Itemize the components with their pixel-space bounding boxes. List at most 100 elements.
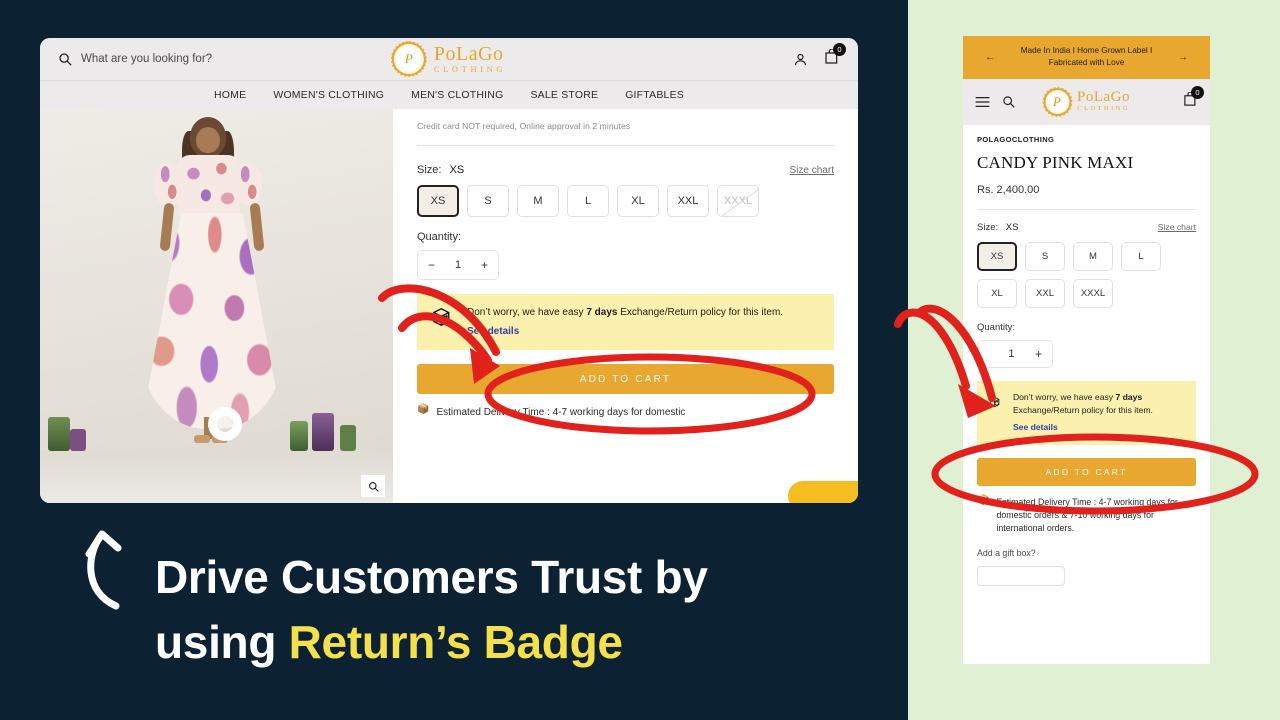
- mobile-add-to-cart-button[interactable]: ADD TO CART: [977, 457, 1196, 486]
- headline-line-1: Drive Customers Trust by: [155, 551, 708, 603]
- product-image-gallery[interactable]: [40, 109, 393, 503]
- gift-box-input[interactable]: [977, 566, 1065, 587]
- product-vendor: POLAGOCLOTHING: [977, 134, 1055, 144]
- decor-plant: [340, 425, 356, 451]
- size-option-xs[interactable]: XS: [417, 185, 459, 217]
- quantity-stepper[interactable]: − 1 +: [417, 250, 499, 280]
- studio-floor: [40, 451, 393, 503]
- decor-plant: [70, 429, 86, 451]
- desktop-main-nav: HOME WOMEN'S CLOTHING MEN'S CLOTHING SAL…: [40, 80, 858, 109]
- quantity-value: 1: [454, 259, 462, 271]
- hamburger-icon[interactable]: [975, 96, 990, 108]
- size-option-s[interactable]: S: [467, 185, 509, 217]
- size-option-m[interactable]: M: [517, 185, 559, 217]
- size-option-xxl[interactable]: XXL: [667, 185, 709, 217]
- product-detail-column: Credit card NOT required, Online approva…: [393, 109, 858, 503]
- return-text-days: 7 days: [1115, 391, 1143, 402]
- size-option-m[interactable]: M: [1073, 241, 1113, 271]
- mobile-site-logo[interactable]: P PoLaGo CLOTHING: [1042, 86, 1130, 117]
- size-option-s[interactable]: S: [1025, 241, 1065, 271]
- add-to-cart-button[interactable]: ADD TO CART: [417, 364, 834, 394]
- delivery-estimate-text: Estimated Delivery Time : 4-7 working da…: [436, 407, 686, 418]
- curved-up-arrow-icon: [85, 530, 122, 610]
- see-details-link[interactable]: See details: [467, 324, 519, 340]
- quantity-value: 1: [1008, 347, 1015, 360]
- size-selected-value: XS: [449, 164, 465, 176]
- decor-ring-vase: [208, 407, 242, 441]
- quantity-increase-button[interactable]: +: [1035, 347, 1042, 361]
- desktop-site-header: What are you looking for? P PoLaGo CLOTH…: [40, 38, 858, 80]
- size-chart-link[interactable]: Size chart: [1158, 222, 1196, 232]
- quantity-label: Quantity:: [977, 321, 1016, 333]
- size-option-xl[interactable]: XL: [617, 185, 659, 217]
- mobile-return-policy-badge: Don’t worry, we have easy 7 days Exchang…: [977, 380, 1196, 445]
- see-details-link[interactable]: See details: [1013, 421, 1058, 435]
- nav-item-sale-store[interactable]: SALE STORE: [530, 89, 598, 101]
- size-option-xxxl[interactable]: XXXL: [1073, 278, 1113, 308]
- decor-plant: [290, 421, 308, 451]
- credit-card-note: Credit card NOT required, Online approva…: [417, 121, 631, 131]
- size-option-xl[interactable]: XL: [977, 278, 1017, 308]
- divider: [977, 208, 1196, 210]
- mobile-site-header: P PoLaGo CLOTHING 0: [963, 78, 1210, 125]
- return-text-after: Exchange/Return policy for this item.: [1012, 405, 1153, 416]
- cart-button[interactable]: 0: [824, 42, 846, 70]
- size-option-l[interactable]: L: [1121, 241, 1161, 271]
- nav-item-home[interactable]: HOME: [214, 89, 246, 101]
- cart-count-badge: 0: [833, 42, 846, 56]
- nav-item-giftables[interactable]: GIFTABLES: [625, 89, 684, 101]
- size-option-xs[interactable]: XS: [977, 241, 1017, 271]
- desktop-store-screenshot: What are you looking for? P PoLaGo CLOTH…: [40, 38, 858, 503]
- size-chart-link[interactable]: Size chart: [790, 165, 834, 176]
- search-placeholder: What are you looking for?: [81, 53, 213, 65]
- size-option-xxxl: XXXL: [717, 185, 759, 217]
- return-text-before: Don’t worry, we have easy: [1012, 391, 1116, 402]
- mobile-size-options: XS S M L XL XXL XXXL: [977, 241, 1196, 308]
- delivery-estimate: 📦 Estimated Delivery Time : 4-7 working …: [417, 405, 834, 420]
- logo-crest-icon: P: [1042, 86, 1072, 117]
- logo-wordmark: PoLaGo: [1077, 89, 1130, 106]
- size-option-xxl[interactable]: XXL: [1025, 278, 1065, 308]
- chat-widget-button[interactable]: [788, 481, 858, 503]
- return-policy-text: Don’t worry, we have easy 7 days Exchang…: [1013, 391, 1185, 435]
- mobile-quantity-stepper[interactable]: 1 +: [977, 339, 1053, 368]
- logo-crest-icon: P: [390, 41, 427, 77]
- logo-tagline: CLOTHING: [433, 64, 507, 75]
- promo-headline: Drive Customers Trust by using Return’s …: [155, 545, 915, 676]
- quantity-increase-button[interactable]: +: [481, 258, 488, 272]
- parcel-emoji-icon: 📦: [417, 404, 430, 415]
- mobile-product-detail: POLAGOCLOTHING CANDY PINK MAXI Rs. 2,400…: [963, 125, 1210, 587]
- size-selected-value: XS: [1005, 221, 1019, 233]
- search-icon: [59, 53, 72, 66]
- return-policy-badge: Don’t worry, we have easy 7 days Exchang…: [417, 294, 834, 350]
- mobile-store-screenshot: ← Made In India I Home Grown Label I Fab…: [963, 36, 1210, 664]
- nav-item-mens-clothing[interactable]: MEN'S CLOTHING: [411, 89, 503, 101]
- site-logo[interactable]: P PoLaGo CLOTHING: [390, 41, 507, 77]
- announcement-next-button[interactable]: →: [1178, 52, 1188, 63]
- search-icon[interactable]: [1002, 95, 1015, 108]
- cart-count-badge: 0: [1191, 85, 1204, 99]
- image-zoom-button[interactable]: [361, 475, 385, 497]
- page-title: CANDY PINK MAXI: [977, 152, 1134, 172]
- product-model-photo: [132, 117, 302, 447]
- desktop-product-page: Credit card NOT required, Online approva…: [40, 109, 858, 503]
- account-icon[interactable]: [793, 52, 808, 67]
- headline-highlight: Return’s Badge: [288, 616, 623, 669]
- magnify-icon: [368, 481, 379, 492]
- size-label: Size:: [977, 221, 999, 233]
- size-selector-header: Size: XS Size chart: [417, 164, 834, 176]
- mobile-cart-button[interactable]: 0: [1183, 85, 1204, 112]
- announcement-text: Made In India I Home Grown Label I Fabri…: [1020, 46, 1153, 68]
- nav-item-womens-clothing[interactable]: WOMEN'S CLOTHING: [273, 89, 384, 101]
- logo-wordmark: PoLaGo: [433, 43, 504, 66]
- headline-prefix: using: [155, 616, 289, 669]
- announcement-prev-button[interactable]: ←: [985, 52, 995, 63]
- quantity-decrease-button[interactable]: −: [428, 258, 435, 272]
- size-label: Size:: [417, 164, 442, 176]
- logo-monogram: P: [1053, 93, 1061, 109]
- logo-monogram: P: [404, 51, 413, 66]
- size-option-l[interactable]: L: [567, 185, 609, 217]
- return-parcel-icon: [989, 396, 1000, 407]
- logo-tagline: CLOTHING: [1077, 105, 1130, 113]
- headline-line-2: using Return’s Badge: [155, 610, 915, 675]
